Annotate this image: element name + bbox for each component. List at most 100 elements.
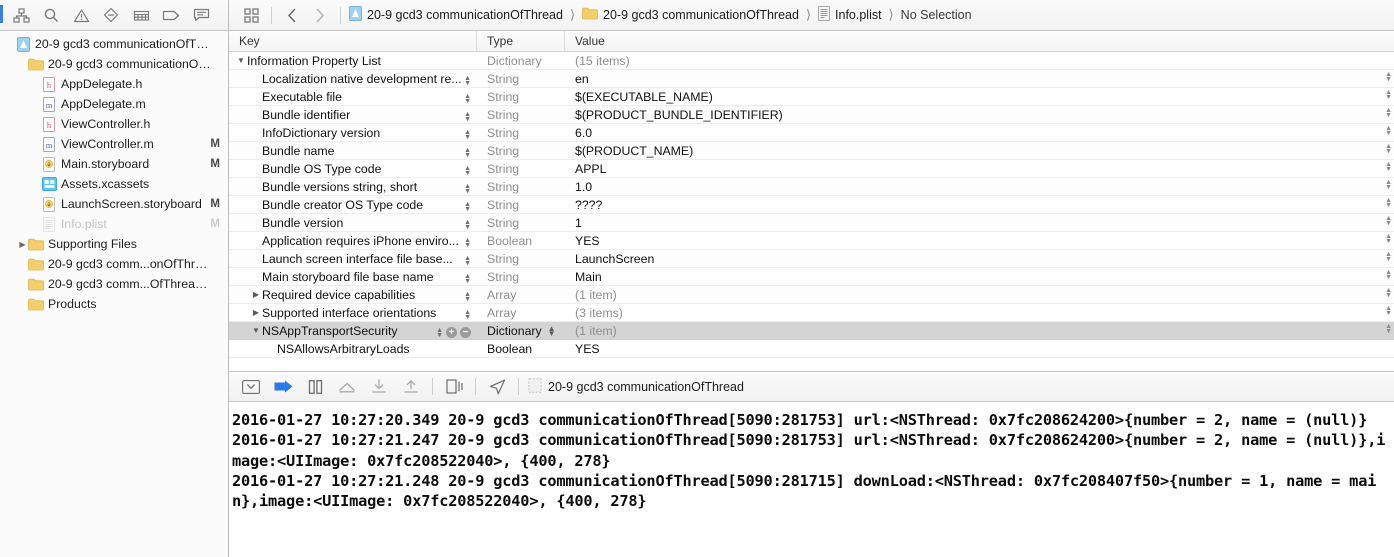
plist-type-cell[interactable]: String — [477, 72, 565, 86]
row-edge-stepper[interactable]: ▲ ▼ — [1385, 215, 1392, 227]
plist-type-cell[interactable]: Dictionary ▲ ▼ — [477, 324, 565, 338]
plist-value-cell[interactable]: 1 — [565, 216, 1394, 230]
debug-navigator-icon[interactable] — [126, 3, 156, 27]
plist-row[interactable]: Main storyboard file base name ▲ ▼ String Ma… — [229, 268, 1394, 286]
forward-chevron-icon[interactable] — [306, 3, 334, 27]
plist-key-cell[interactable]: Bundle identifier ▲ ▼ — [229, 108, 477, 122]
row-edge-stepper[interactable]: ▲ ▼ — [1385, 71, 1392, 83]
plist-key-cell[interactable]: NSAllowsArbitraryLoads — [229, 342, 477, 356]
plist-type-cell[interactable]: Array — [477, 288, 565, 302]
plist-type-cell[interactable]: String — [477, 126, 565, 140]
plist-value-cell[interactable]: 1.0 — [565, 180, 1394, 194]
navigator-row[interactable]: Main.storyboard M — [0, 154, 228, 174]
hide-debug-area-icon[interactable] — [235, 375, 267, 399]
plist-value-cell[interactable]: $(PRODUCT_NAME) — [565, 144, 1394, 158]
plist-row[interactable]: Launch screen interface file base... ▲ ▼ St… — [229, 250, 1394, 268]
plist-value-cell[interactable]: en — [565, 72, 1394, 86]
value-stepper[interactable]: ▲ ▼ — [464, 75, 471, 86]
row-edge-stepper[interactable]: ▲ ▼ — [1385, 107, 1392, 119]
project-navigator[interactable]: 20-9 gcd3 communicationOfThread 20-9 gcd3… — [0, 31, 229, 557]
plist-key-cell[interactable]: Localization native development re... ▲ ▼ — [229, 72, 477, 86]
value-stepper[interactable]: ▲ ▼ — [464, 183, 471, 194]
plist-key-cell[interactable]: InfoDictionary version ▲ ▼ — [229, 126, 477, 140]
plist-row[interactable]: ▶ Supported interface orientations ▲ ▼ Array… — [229, 304, 1394, 322]
plist-value-cell[interactable]: APPL — [565, 162, 1394, 176]
breadcrumb-item-file[interactable]: Info.plist — [816, 6, 884, 24]
simulate-location-icon[interactable] — [481, 375, 513, 399]
navigator-row[interactable]: 20-9 gcd3 comm...onOfThreadTests — [0, 254, 228, 274]
disclosure-triangle-icon[interactable]: ▶ — [250, 290, 262, 299]
back-chevron-icon[interactable] — [278, 3, 306, 27]
plist-key-cell[interactable]: Main storyboard file base name ▲ ▼ — [229, 270, 477, 284]
navigator-row[interactable]: LaunchScreen.storyboard M — [0, 194, 228, 214]
pause-icon[interactable] — [299, 375, 331, 399]
value-stepper[interactable]: ▲ ▼ — [464, 201, 471, 212]
row-edge-stepper[interactable]: ▲ ▼ — [1385, 251, 1392, 263]
continue-execution-icon[interactable] — [267, 375, 299, 399]
column-header-key[interactable]: Key — [229, 31, 477, 51]
plist-key-cell[interactable]: Bundle name ▲ ▼ — [229, 144, 477, 158]
plist-row[interactable]: ▼ NSAppTransportSecurity ▲ ▼ + − Dictionary ▲ ▼(… — [229, 322, 1394, 340]
value-stepper[interactable]: ▲ ▼ — [464, 237, 471, 248]
plist-value-cell[interactable]: (1 item) — [565, 288, 1394, 302]
plist-value-cell[interactable]: YES — [565, 342, 1394, 356]
breadcrumb-item-project[interactable]: 20-9 gcd3 communicationOfThread — [347, 6, 565, 24]
plist-row[interactable]: Application requires iPhone enviro... ▲ ▼ B… — [229, 232, 1394, 250]
plist-type-cell[interactable]: String — [477, 270, 565, 284]
plist-row[interactable]: Bundle versions string, short ▲ ▼ String 1.0… — [229, 178, 1394, 196]
plist-type-cell[interactable]: String — [477, 108, 565, 122]
plist-row[interactable]: InfoDictionary version ▲ ▼ String 6.0 ▲ ▼ — [229, 124, 1394, 142]
navigator-row[interactable]: 20-9 gcd3 communicationOfThread — [0, 34, 228, 54]
column-header-type[interactable]: Type — [477, 31, 565, 51]
test-navigator-icon[interactable] — [96, 3, 126, 27]
plist-row[interactable]: Bundle OS Type code ▲ ▼ String APPL ▲ ▼ — [229, 160, 1394, 178]
row-edge-stepper[interactable]: ▲ ▼ — [1385, 305, 1392, 317]
plist-value-cell[interactable]: Main — [565, 270, 1394, 284]
step-over-icon[interactable] — [331, 375, 363, 399]
issue-navigator-icon[interactable] — [66, 3, 96, 27]
add-row-button[interactable]: + — [446, 327, 457, 338]
project-navigator-icon[interactable] — [6, 3, 36, 27]
debug-view-hierarchy-icon[interactable] — [438, 375, 470, 399]
value-stepper[interactable]: ▲ ▼ — [464, 219, 471, 230]
plist-row[interactable]: Bundle name ▲ ▼ String $(PRODUCT_NAME) ▲ ▼ — [229, 142, 1394, 160]
plist-key-cell[interactable]: Launch screen interface file base... ▲ ▼ — [229, 252, 477, 266]
plist-value-cell[interactable]: $(EXECUTABLE_NAME) — [565, 90, 1394, 104]
plist-value-cell[interactable]: (15 items) — [565, 54, 1394, 68]
plist-key-cell[interactable]: Bundle versions string, short ▲ ▼ — [229, 180, 477, 194]
plist-key-cell[interactable]: Bundle OS Type code ▲ ▼ — [229, 162, 477, 176]
value-stepper[interactable]: ▲ ▼ — [464, 309, 471, 320]
plist-row[interactable]: Bundle identifier ▲ ▼ String $(PRODUCT_BUNDL… — [229, 106, 1394, 124]
navigator-row[interactable]: Assets.xcassets — [0, 174, 228, 194]
navigator-row[interactable]: 20-9 gcd3 communicationOfThread — [0, 54, 228, 74]
row-edge-stepper[interactable]: ▲ ▼ — [1385, 161, 1392, 173]
navigator-row[interactable]: Info.plist M — [0, 214, 228, 234]
plist-type-cell[interactable]: Dictionary — [477, 54, 565, 68]
console-output[interactable]: 2016-01-27 10:27:20.349 20-9 gcd3 commun… — [229, 402, 1394, 557]
row-edge-stepper[interactable]: ▲ ▼ — [1385, 197, 1392, 209]
plist-type-cell[interactable]: String — [477, 198, 565, 212]
value-stepper[interactable]: ▲ ▼ — [464, 165, 471, 176]
plist-key-cell[interactable]: ▶ Required device capabilities ▲ ▼ — [229, 288, 477, 302]
row-edge-stepper[interactable]: ▲ ▼ — [1385, 125, 1392, 137]
navigator-row[interactable]: m AppDelegate.m — [0, 94, 228, 114]
navigator-row[interactable]: h AppDelegate.h — [0, 74, 228, 94]
plist-value-cell[interactable]: ???? — [565, 198, 1394, 212]
value-stepper[interactable]: ▲ ▼ — [464, 273, 471, 284]
type-popup-arrows-icon[interactable]: ▲ ▼ — [548, 324, 556, 337]
step-out-icon[interactable] — [395, 375, 427, 399]
plist-value-cell[interactable]: 6.0 — [565, 126, 1394, 140]
navigator-row[interactable]: h ViewController.h — [0, 114, 228, 134]
grid-view-icon[interactable] — [237, 3, 265, 27]
plist-type-cell[interactable]: Boolean — [477, 342, 565, 356]
report-navigator-icon[interactable] — [186, 3, 216, 27]
plist-row[interactable]: Bundle version ▲ ▼ String 1 ▲ ▼ — [229, 214, 1394, 232]
step-into-icon[interactable] — [363, 375, 395, 399]
plist-value-cell[interactable]: (3 items) — [565, 306, 1394, 320]
row-edge-stepper[interactable]: ▲ ▼ — [1385, 143, 1392, 155]
plist-key-cell[interactable]: Executable file ▲ ▼ — [229, 90, 477, 104]
plist-row[interactable]: Bundle creator OS Type code ▲ ▼ String???? ▲… — [229, 196, 1394, 214]
plist-key-cell[interactable]: Bundle creator OS Type code ▲ ▼ — [229, 198, 477, 212]
value-stepper[interactable]: ▲ ▼ — [464, 93, 471, 104]
debug-process-scope[interactable]: 20-9 gcd3 communicationOfThread — [524, 377, 744, 396]
